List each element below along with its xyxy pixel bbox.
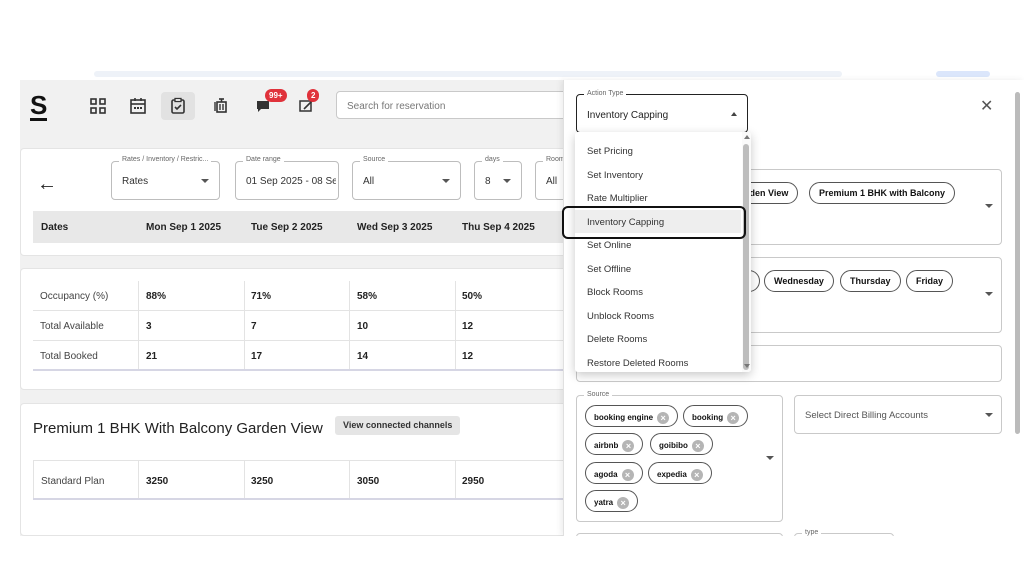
day-chip[interactable]: Thursday — [840, 270, 901, 292]
source-tag[interactable]: expedia × — [648, 462, 712, 484]
day-chip[interactable]: Wednesday — [764, 270, 834, 292]
scroll-up-icon[interactable] — [744, 135, 750, 139]
scroll-down-icon[interactable] — [744, 364, 750, 368]
close-icon[interactable]: ✕ — [980, 96, 993, 116]
rates-select[interactable]: Rates / Inventory / Restric... Rates — [111, 156, 220, 200]
panel-scrollbar[interactable] — [1015, 92, 1020, 434]
browser-profile-pill — [936, 71, 990, 77]
room-chip[interactable]: Premium 1 BHK with Balcony — [809, 182, 956, 204]
calendar-icon[interactable] — [126, 94, 150, 118]
selection-highlight-ring — [562, 206, 746, 239]
chevron-down-icon — [985, 292, 993, 296]
chevron-down-icon — [985, 204, 993, 208]
messages-badge: 99+ — [265, 89, 287, 102]
clipboard-check-icon[interactable] — [161, 92, 195, 120]
reviews-icon[interactable]: 2 — [295, 89, 320, 118]
days-select[interactable]: days 8 — [474, 156, 522, 200]
dropdown-option[interactable]: Set Offline — [575, 257, 741, 280]
remove-tag-icon[interactable]: × — [657, 412, 670, 424]
remove-tag-icon[interactable]: × — [690, 469, 703, 481]
chevron-up-icon — [731, 112, 737, 116]
view-connected-channels-button[interactable]: View connected channels — [335, 416, 461, 435]
dropdown-option[interactable]: Unblock Rooms — [575, 304, 741, 327]
dropdown-option[interactable]: Set Inventory — [575, 163, 741, 186]
reviews-badge: 2 — [307, 89, 320, 102]
source-tag[interactable]: booking × — [683, 405, 749, 427]
source-tag[interactable]: airbnb × — [585, 433, 644, 455]
browser-address-bar — [94, 71, 842, 77]
remove-tag-icon[interactable]: × — [622, 440, 635, 452]
direct-billing-select[interactable]: Select Direct Billing Accounts — [794, 395, 1002, 434]
date-range-field[interactable]: Date range 01 Sep 2025 - 08 Se — [235, 156, 339, 200]
chevron-down-icon — [766, 456, 774, 460]
source-tag[interactable]: goibibo × — [650, 433, 713, 455]
messages-icon[interactable]: 99+ — [252, 89, 287, 118]
dropdown-option[interactable]: Block Rooms — [575, 280, 741, 303]
chevron-down-icon — [985, 413, 993, 417]
remove-tag-icon[interactable]: × — [621, 469, 634, 481]
source-tag[interactable]: booking engine × — [585, 405, 679, 427]
dropdown-scrollbar[interactable] — [743, 144, 749, 370]
table-row: Standard Plan 3250 3250 3050 2950 — [33, 460, 581, 500]
chevron-down-icon — [503, 179, 511, 183]
room-title: Premium 1 BHK With Balcony Garden View — [33, 420, 323, 437]
dropdown-option[interactable]: Restore Deleted Rooms — [575, 351, 741, 372]
back-arrow-icon[interactable]: ← — [37, 173, 57, 196]
dashboard-icon[interactable] — [86, 94, 110, 118]
bottom-margin — [0, 536, 1024, 576]
remove-tag-icon[interactable]: × — [727, 412, 740, 424]
filters-card: ← Rates / Inventory / Restric... Rates D… — [20, 148, 595, 256]
chevron-down-icon — [201, 179, 209, 183]
table-row: Total Booked 21 17 14 12 — [33, 341, 581, 371]
dropdown-option[interactable]: Delete Rooms — [575, 327, 741, 350]
stats-card: Occupancy (%) 88% 71% 58% 50% Total Avai… — [20, 268, 581, 390]
search-input[interactable]: Search for reservation — [336, 91, 576, 119]
day-chip[interactable]: Friday — [906, 270, 954, 292]
room-card: Premium 1 BHK With Balcony Garden View V… — [20, 403, 581, 536]
source-select[interactable]: Source All — [352, 156, 461, 200]
dates-header-row: Dates Mon Sep 1 2025 Tue Sep 2 2025 Wed … — [33, 211, 581, 243]
source-tag[interactable]: agoda × — [585, 462, 643, 484]
remove-tag-icon[interactable]: × — [617, 497, 630, 509]
table-row: Total Available 3 7 10 12 — [33, 311, 581, 341]
action-type-dropdown: Set Pricing Set Inventory Rate Multiplie… — [575, 132, 751, 372]
table-row: Occupancy (%) 88% 71% 58% 50% — [33, 281, 581, 311]
source-tag[interactable]: yatra × — [585, 490, 639, 512]
remove-tag-icon[interactable]: × — [691, 440, 704, 452]
luggage-icon[interactable] — [209, 94, 233, 118]
dropdown-option[interactable]: Set Pricing — [575, 139, 741, 162]
app-logo[interactable]: S — [30, 92, 48, 121]
action-type-select[interactable]: Action Type Inventory Capping — [576, 90, 748, 133]
chevron-down-icon — [442, 179, 450, 183]
